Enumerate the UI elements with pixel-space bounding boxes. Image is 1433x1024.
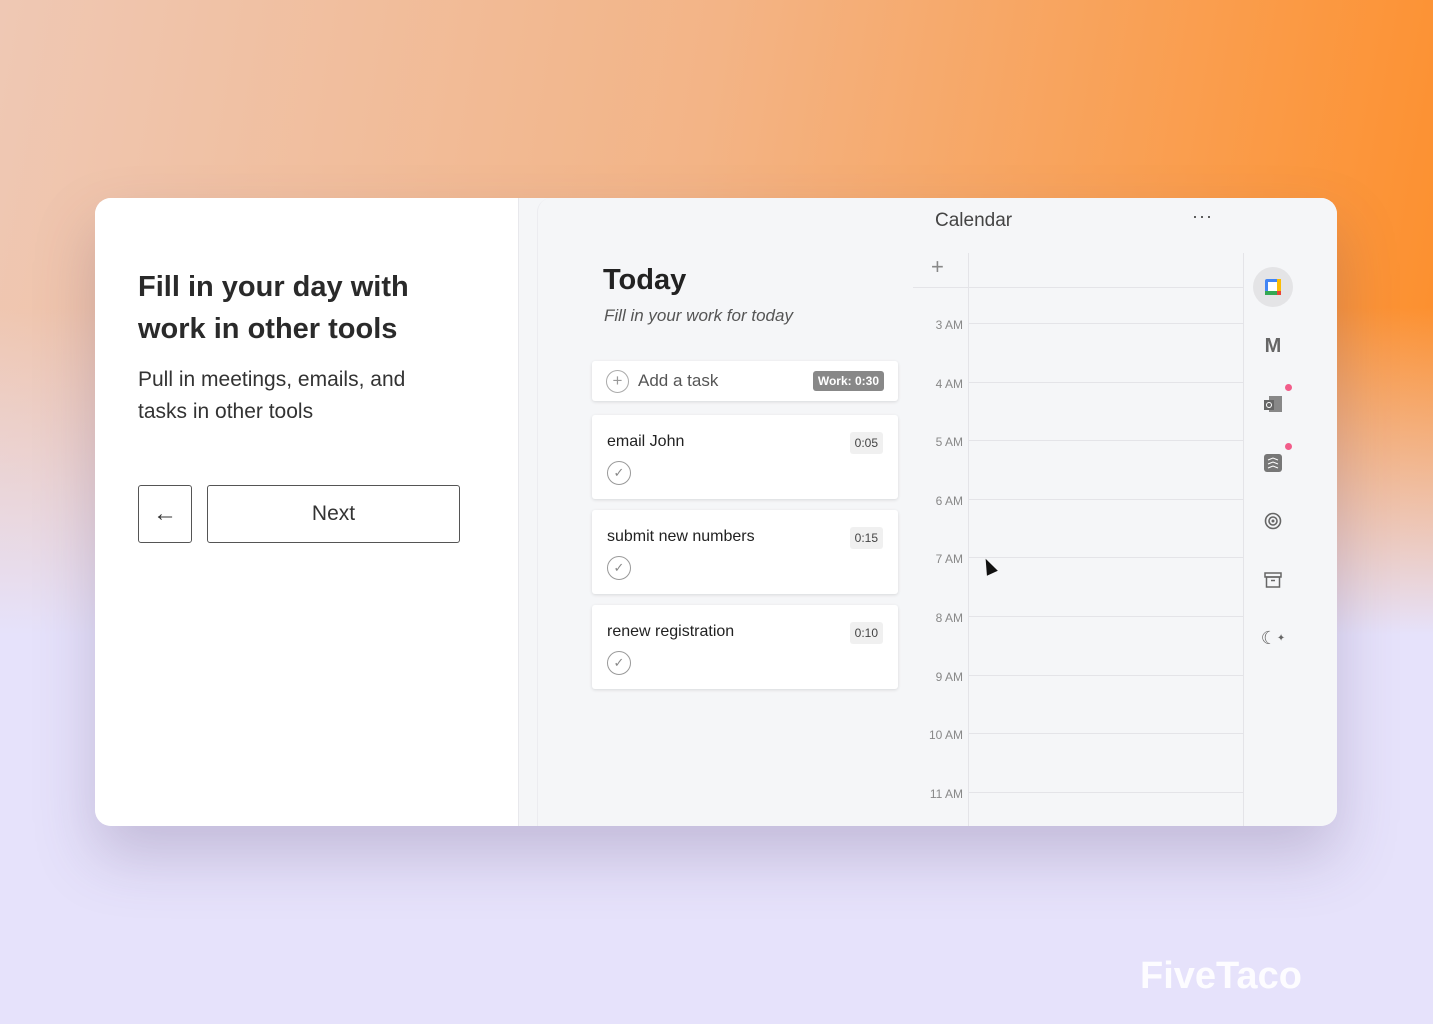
notification-dot bbox=[1285, 443, 1292, 450]
check-circle-icon[interactable]: ✓ bbox=[607, 556, 631, 580]
notification-dot bbox=[1285, 384, 1292, 391]
google-calendar-icon[interactable] bbox=[1253, 267, 1293, 307]
task-duration: 0:10 bbox=[849, 622, 883, 644]
hour-label: 8 AM bbox=[935, 611, 963, 625]
add-task-placeholder: Add a task bbox=[638, 371, 719, 390]
hour-line bbox=[968, 440, 1243, 442]
hour-line bbox=[968, 323, 1243, 324]
hour-line bbox=[968, 791, 1243, 793]
time-column-divider bbox=[968, 253, 969, 826]
calendar-title: Calendar bbox=[935, 210, 1013, 231]
moon-stars-icon[interactable]: ☾ ✦ bbox=[1253, 618, 1293, 658]
task-card[interactable]: submit new numbers 0:15 ✓ bbox=[592, 510, 898, 594]
target-icon[interactable] bbox=[1253, 501, 1293, 541]
more-options-icon[interactable]: ··· bbox=[1192, 206, 1213, 227]
brand-logo: FiveTaco bbox=[1140, 955, 1302, 997]
onboarding-card: Fill in your day with work in other tool… bbox=[95, 198, 1337, 826]
hour-line bbox=[968, 674, 1243, 676]
work-total-badge: Work: 0:30 bbox=[812, 371, 884, 391]
task-card[interactable]: renew registration 0:10 ✓ bbox=[592, 605, 898, 689]
hour-label: 5 AM bbox=[935, 435, 963, 450]
hour-label: 3 AM bbox=[935, 318, 963, 332]
hour-label: 11 AM bbox=[929, 786, 963, 801]
hour-label: 6 AM bbox=[935, 493, 963, 508]
back-button[interactable]: ← bbox=[138, 485, 192, 543]
hour-line bbox=[968, 733, 1243, 735]
next-button[interactable]: Next bbox=[207, 485, 460, 543]
task-name: renew registration bbox=[607, 623, 735, 640]
task-name: email John bbox=[607, 433, 685, 450]
check-circle-icon[interactable]: ✓ bbox=[607, 651, 631, 675]
hour-label: 9 AM bbox=[935, 669, 963, 684]
hour-label: 7 AM bbox=[935, 552, 963, 567]
hour-line bbox=[968, 557, 1243, 559]
task-card[interactable]: email John 0:05 ✓ bbox=[592, 415, 898, 499]
onboarding-subtitle: Pull in meetings, emails, and tasks in o… bbox=[138, 368, 406, 423]
sidebar-divider bbox=[1243, 253, 1244, 826]
plus-circle-icon: + bbox=[606, 369, 629, 393]
add-event-button[interactable]: + bbox=[931, 254, 944, 280]
check-circle-icon[interactable]: ✓ bbox=[607, 461, 631, 485]
hour-label: 10 AM bbox=[928, 728, 963, 743]
hour-line bbox=[968, 381, 1243, 383]
hour-line bbox=[968, 498, 1243, 500]
gmail-icon[interactable]: M bbox=[1253, 326, 1293, 366]
onboarding-title: Fill in your day with work in other tool… bbox=[138, 271, 409, 345]
hour-label: 4 AM bbox=[935, 376, 963, 391]
today-subtitle: Fill in your work for today bbox=[604, 306, 793, 325]
today-title: Today bbox=[603, 264, 687, 296]
add-task-input[interactable]: + Add a task Work: 0:30 bbox=[592, 361, 898, 401]
task-duration: 0:15 bbox=[849, 527, 883, 549]
onboarding-panel: Fill in your day with work in other tool… bbox=[95, 198, 519, 826]
task-duration: 0:05 bbox=[849, 432, 883, 454]
task-name: submit new numbers bbox=[607, 528, 755, 545]
hour-line bbox=[913, 287, 1243, 288]
archive-icon[interactable] bbox=[1253, 560, 1293, 600]
hour-line bbox=[968, 616, 1243, 617]
arrow-left-icon: ← bbox=[153, 500, 177, 527]
